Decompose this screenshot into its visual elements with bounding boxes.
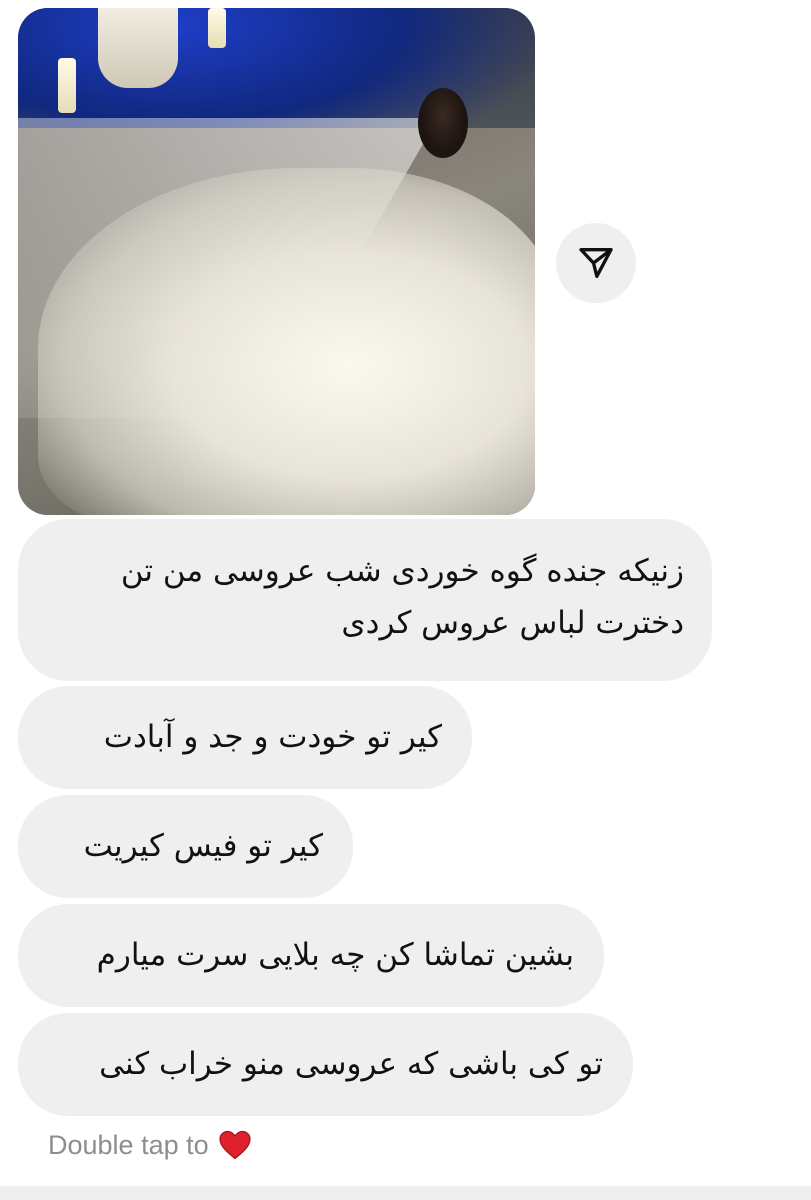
heart-icon <box>219 1130 251 1160</box>
message-thread: زنیکه جنده گوه خوردی شب عروسی من تن دختر… <box>0 0 811 1200</box>
photo-vase <box>98 8 178 88</box>
share-button[interactable] <box>556 223 636 303</box>
message-bubble[interactable]: زنیکه جنده گوه خوردی شب عروسی من تن دختر… <box>18 519 712 681</box>
message-bubble[interactable]: تو کی باشی که عروسی منو خراب کنی <box>18 1013 633 1116</box>
message-text: تو کی باشی که عروسی منو خراب کنی <box>99 1046 603 1082</box>
hint-text: Double tap to <box>48 1129 209 1160</box>
message-bubble[interactable]: بشین تماشا کن چه بلایی سرت میارم <box>18 904 604 1007</box>
message-text: زنیکه جنده گوه خوردی شب عروسی من تن دختر… <box>120 553 684 641</box>
message-text: بشین تماشا کن چه بلایی سرت میارم <box>96 937 574 973</box>
message-text: کیر تو خودت و جد و آبادت <box>103 719 442 755</box>
shared-photo[interactable] <box>18 8 535 515</box>
share-icon <box>579 248 613 278</box>
photo-lamp-center <box>208 8 226 48</box>
photo-lamp-left <box>58 58 76 113</box>
double-tap-hint: Double tap to <box>48 1127 253 1163</box>
message-bubble[interactable]: کیر تو خودت و جد و آبادت <box>18 686 472 789</box>
message-bubble[interactable]: کیر تو فیس کیریت <box>18 795 353 898</box>
photo-head <box>418 88 468 158</box>
composer-bar-edge <box>0 1186 811 1200</box>
message-text: کیر تو فیس کیریت <box>83 828 323 864</box>
